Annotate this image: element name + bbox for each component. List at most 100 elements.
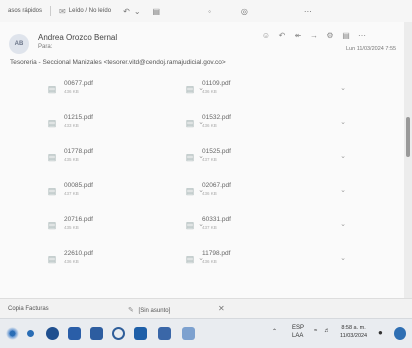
more-icon[interactable]: ⋯ — [354, 31, 370, 40]
app-icon[interactable] — [394, 327, 406, 340]
pdf-file-icon: ▤ — [185, 254, 195, 264]
attachment-size: 436 KB — [202, 191, 217, 196]
attachment-item[interactable]: ▤ 01109.pdf 436 KB ⌄ — [184, 80, 346, 100]
message-date: Lun 11/03/2024 7:55 — [346, 46, 397, 52]
tag-icon[interactable]: ◦ — [208, 7, 211, 16]
attachment-size: 437 KB — [202, 225, 217, 230]
notification-icon[interactable]: ● — [378, 328, 383, 337]
language-indicator[interactable]: ESP LAA — [292, 324, 304, 340]
message-actions: ☺ ↶ ↞ → ⚙ ▤ ⋯ — [258, 31, 370, 40]
notes-icon[interactable]: ▤ — [338, 31, 354, 40]
sender-name[interactable]: Andrea Orozco Bernal — [38, 33, 117, 42]
reply-all-icon[interactable]: ↞ — [290, 31, 306, 40]
scrollbar[interactable] — [404, 22, 412, 298]
browser-icon[interactable] — [24, 327, 37, 340]
attachment-name: 01525.pdf — [202, 148, 231, 155]
attachment-name: 01532.pdf — [202, 114, 231, 121]
teams-icon[interactable] — [158, 327, 171, 340]
reply-icon[interactable]: ↶ — [274, 31, 290, 40]
chrome-icon[interactable] — [6, 327, 19, 340]
attachment-item[interactable]: ▤ 01525.pdf 437 KB ⌄ — [184, 148, 346, 168]
circle-app-icon[interactable] — [46, 327, 59, 340]
attachment-size: 435 KB — [64, 157, 79, 162]
pdf-file-icon: ▤ — [185, 118, 195, 128]
attachment-size: 435 KB — [64, 225, 79, 230]
clock-time: 8:58 a. m. — [341, 325, 366, 331]
sender-address-line: Tesoreria - Seccional Manizales <tesorer… — [10, 59, 226, 66]
attachment-item[interactable]: ▤ 00085.pdf 437 KB ⌄ — [46, 182, 204, 202]
language-code: ESP — [292, 325, 305, 331]
forward-icon[interactable]: → — [306, 31, 322, 40]
volume-icon[interactable]: ♬ — [324, 328, 330, 334]
close-icon[interactable]: ✕ — [218, 304, 225, 313]
settings-icon[interactable]: ⚙ — [322, 31, 338, 40]
print-icon[interactable]: ▤ — [153, 7, 161, 16]
attachment-item[interactable]: ▤ 02067.pdf 436 KB ⌄ — [184, 182, 346, 202]
attachment-item[interactable]: ▤ 01215.pdf 433 KB ⌄ — [46, 114, 204, 134]
attachment-name: 01109.pdf — [202, 80, 231, 87]
attachment-name: 01778.pdf — [64, 148, 93, 155]
chevron-down-icon[interactable]: ⌄ — [134, 7, 141, 16]
avatar: AB — [9, 34, 29, 54]
attachment-size: 436 KB — [202, 89, 217, 94]
undo-icon[interactable]: ↶ — [123, 7, 130, 16]
attachment-name: 60331.pdf — [202, 216, 231, 223]
attachment-item[interactable]: ▤ 00677.pdf 436 KB ⌄ — [46, 80, 204, 100]
layout-code: LAA — [292, 333, 304, 339]
attachment-name: 22610.pdf — [64, 250, 93, 257]
attachment-item[interactable]: ▤ 01778.pdf 435 KB ⌄ — [46, 148, 204, 168]
attachment-item[interactable]: ▤ 60331.pdf 437 KB ⌄ — [184, 216, 346, 236]
chevron-down-icon[interactable]: ⌄ — [340, 220, 346, 228]
draft-subject-label: [Sin asunto] — [138, 308, 171, 314]
pdf-file-icon: ▤ — [185, 152, 195, 162]
emoji-icon[interactable]: ☺ — [258, 31, 274, 40]
chevron-down-icon[interactable]: ⌄ — [340, 118, 346, 126]
read-unread-label: Leído / No leído — [68, 8, 112, 14]
pdf-file-icon: ▤ — [185, 220, 195, 230]
pdf-file-icon: ▤ — [47, 220, 57, 230]
attachment-name: 11798.pdf — [202, 250, 231, 257]
attachment-item[interactable]: ▤ 22610.pdf 436 KB ⌄ — [46, 250, 204, 270]
translate-icon[interactable]: ◎ — [241, 7, 248, 16]
clock-date: 11/03/2024 — [340, 333, 368, 339]
divider — [50, 6, 52, 16]
attachment-size: 436 KB — [202, 123, 217, 128]
attachment-size: 436 KB — [64, 89, 79, 94]
attachment-item[interactable]: ▤ 20716.pdf 435 KB ⌄ — [46, 216, 204, 236]
chevron-down-icon[interactable]: ⌄ — [340, 186, 346, 194]
command-toolbar: asos rápidos ✉ Leído / No leído ↶ ⌄ ▤ ◦ … — [0, 0, 412, 23]
chevron-up-icon[interactable]: ⌃ — [272, 328, 277, 335]
attachment-item[interactable]: ▤ 01532.pdf 436 KB ⌄ — [184, 114, 346, 134]
outlook-icon[interactable] — [134, 327, 147, 340]
pdf-file-icon: ▤ — [185, 186, 195, 196]
chevron-down-icon[interactable]: ⌄ — [340, 152, 346, 160]
read-unread-button[interactable]: ✉ Leído / No leído — [59, 7, 111, 16]
attachment-size: 433 KB — [64, 123, 79, 128]
draft-title[interactable]: Copia Facturas — [8, 306, 49, 312]
chevron-down-icon[interactable]: ⌄ — [340, 254, 346, 262]
pencil-icon: ✎ — [128, 307, 134, 314]
pdf-file-icon: ▤ — [185, 84, 195, 94]
attachment-name: 01215.pdf — [64, 114, 93, 121]
pdf-file-icon: ▤ — [47, 152, 57, 162]
attachment-size: 436 KB — [64, 259, 79, 264]
to-label: Para: — [38, 44, 53, 50]
draft-subject[interactable]: ✎ [Sin asunto] — [128, 306, 170, 314]
envelope-icon: ✉ — [59, 6, 66, 16]
file-explorer-icon[interactable] — [90, 327, 103, 340]
pdf-file-icon: ▤ — [47, 254, 57, 264]
windows-taskbar: ⌃ ESP LAA ≈ ♬ 8:58 a. m. 11/03/2024 ● — [0, 318, 412, 348]
scrollbar-thumb[interactable] — [406, 117, 410, 157]
search-icon[interactable] — [112, 327, 125, 340]
pdf-file-icon: ▤ — [47, 186, 57, 196]
attachment-item[interactable]: ▤ 11798.pdf 436 KB ⌄ — [184, 250, 346, 270]
word-icon[interactable] — [182, 327, 195, 340]
attachment-name: 00677.pdf — [64, 80, 93, 87]
attachment-size: 437 KB — [64, 191, 79, 196]
more-options-icon[interactable]: ⋯ — [304, 7, 312, 16]
wifi-icon[interactable]: ≈ — [314, 328, 317, 334]
windows-start-icon[interactable] — [68, 327, 81, 340]
chevron-down-icon[interactable]: ⌄ — [340, 84, 346, 92]
quick-steps-button[interactable]: asos rápidos — [8, 8, 42, 14]
system-clock[interactable]: 8:58 a. m. 11/03/2024 — [340, 324, 367, 340]
